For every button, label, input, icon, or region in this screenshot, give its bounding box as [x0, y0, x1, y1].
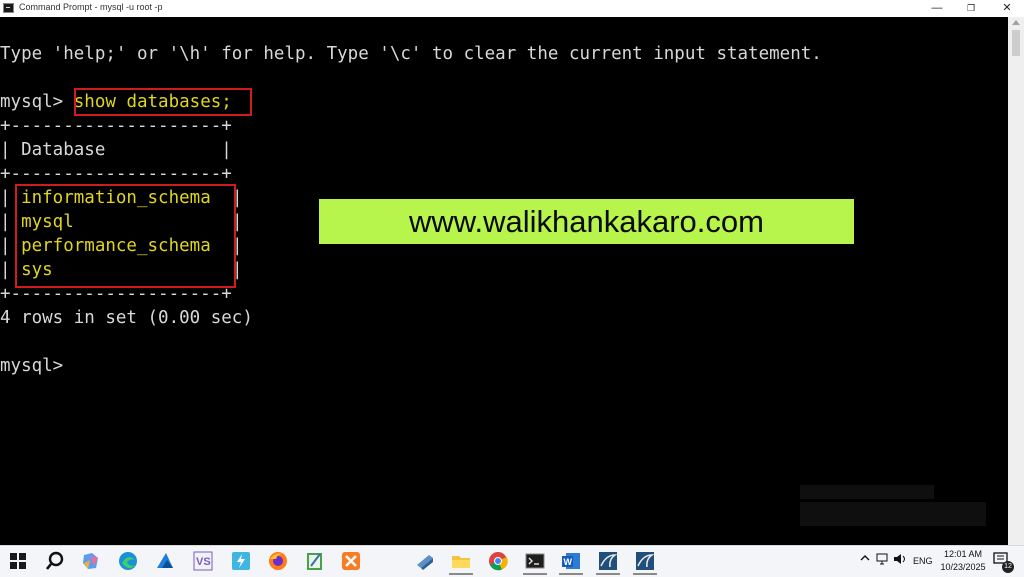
- app-icon[interactable]: [154, 550, 176, 572]
- terminal-icon[interactable]: [524, 550, 546, 572]
- mysql-prompt: mysql>: [0, 92, 74, 112]
- maximize-button[interactable]: ❐: [954, 0, 988, 17]
- network-icon[interactable]: [876, 552, 890, 568]
- language-indicator[interactable]: ENG: [913, 556, 933, 566]
- table-header: | Database |: [0, 140, 232, 160]
- word-icon[interactable]: W: [560, 550, 582, 572]
- final-prompt: mysql>: [0, 356, 64, 376]
- clock-date[interactable]: 10/23/2025: [938, 562, 988, 572]
- svg-text:W: W: [564, 557, 573, 567]
- app-icon[interactable]: [230, 550, 252, 572]
- chrome-icon[interactable]: [487, 550, 509, 572]
- app-icon[interactable]: [414, 550, 436, 572]
- window-title: Command Prompt - mysql -u root -p: [19, 2, 163, 12]
- search-icon[interactable]: [45, 550, 68, 572]
- notification-count-badge: 12: [1002, 561, 1014, 573]
- faint-overlay: [800, 502, 986, 526]
- running-indicator: [449, 573, 473, 575]
- close-button[interactable]: ✕: [990, 0, 1024, 17]
- watermark-banner: www.walikhankakaro.com: [319, 199, 854, 244]
- firefox-icon[interactable]: [267, 550, 289, 572]
- scroll-up-arrow-icon[interactable]: [1012, 20, 1020, 25]
- vs-icon[interactable]: VS: [192, 550, 214, 572]
- notepad-icon[interactable]: [304, 550, 326, 572]
- minimize-button[interactable]: —: [920, 0, 954, 17]
- file-explorer-icon[interactable]: [450, 550, 472, 572]
- table-border-top: +--------------------+: [0, 116, 232, 136]
- svg-text:VS: VS: [196, 556, 211, 568]
- result-summary: 4 rows in set (0.00 sec): [0, 308, 253, 328]
- scrollbar-thumb[interactable]: [1012, 30, 1020, 56]
- copilot-icon[interactable]: [80, 550, 102, 572]
- mysql-icon[interactable]: [634, 550, 656, 572]
- clock-time[interactable]: 12:01 AM: [943, 549, 983, 559]
- scrollbar[interactable]: [1008, 17, 1024, 545]
- running-indicator: [596, 573, 620, 575]
- edge-icon[interactable]: [117, 550, 139, 572]
- volume-icon[interactable]: [893, 552, 907, 568]
- running-indicator: [633, 573, 657, 575]
- command-prompt-icon: [3, 3, 14, 13]
- windows-start-icon[interactable]: [10, 553, 26, 569]
- command-highlight-box: [74, 88, 252, 116]
- running-indicator: [559, 573, 583, 575]
- xampp-icon[interactable]: [340, 550, 362, 572]
- chevron-up-icon[interactable]: [860, 553, 870, 566]
- running-indicator: [523, 573, 547, 575]
- mysql-icon[interactable]: [597, 550, 619, 572]
- table-border-mid: +--------------------+: [0, 164, 232, 184]
- rows-highlight-box: [15, 184, 236, 288]
- faint-overlay: [800, 485, 934, 499]
- title-bar: Command Prompt - mysql -u root -p — ❐ ✕: [0, 0, 1024, 18]
- help-line: Type 'help;' or '\h' for help. Type '\c'…: [0, 44, 822, 64]
